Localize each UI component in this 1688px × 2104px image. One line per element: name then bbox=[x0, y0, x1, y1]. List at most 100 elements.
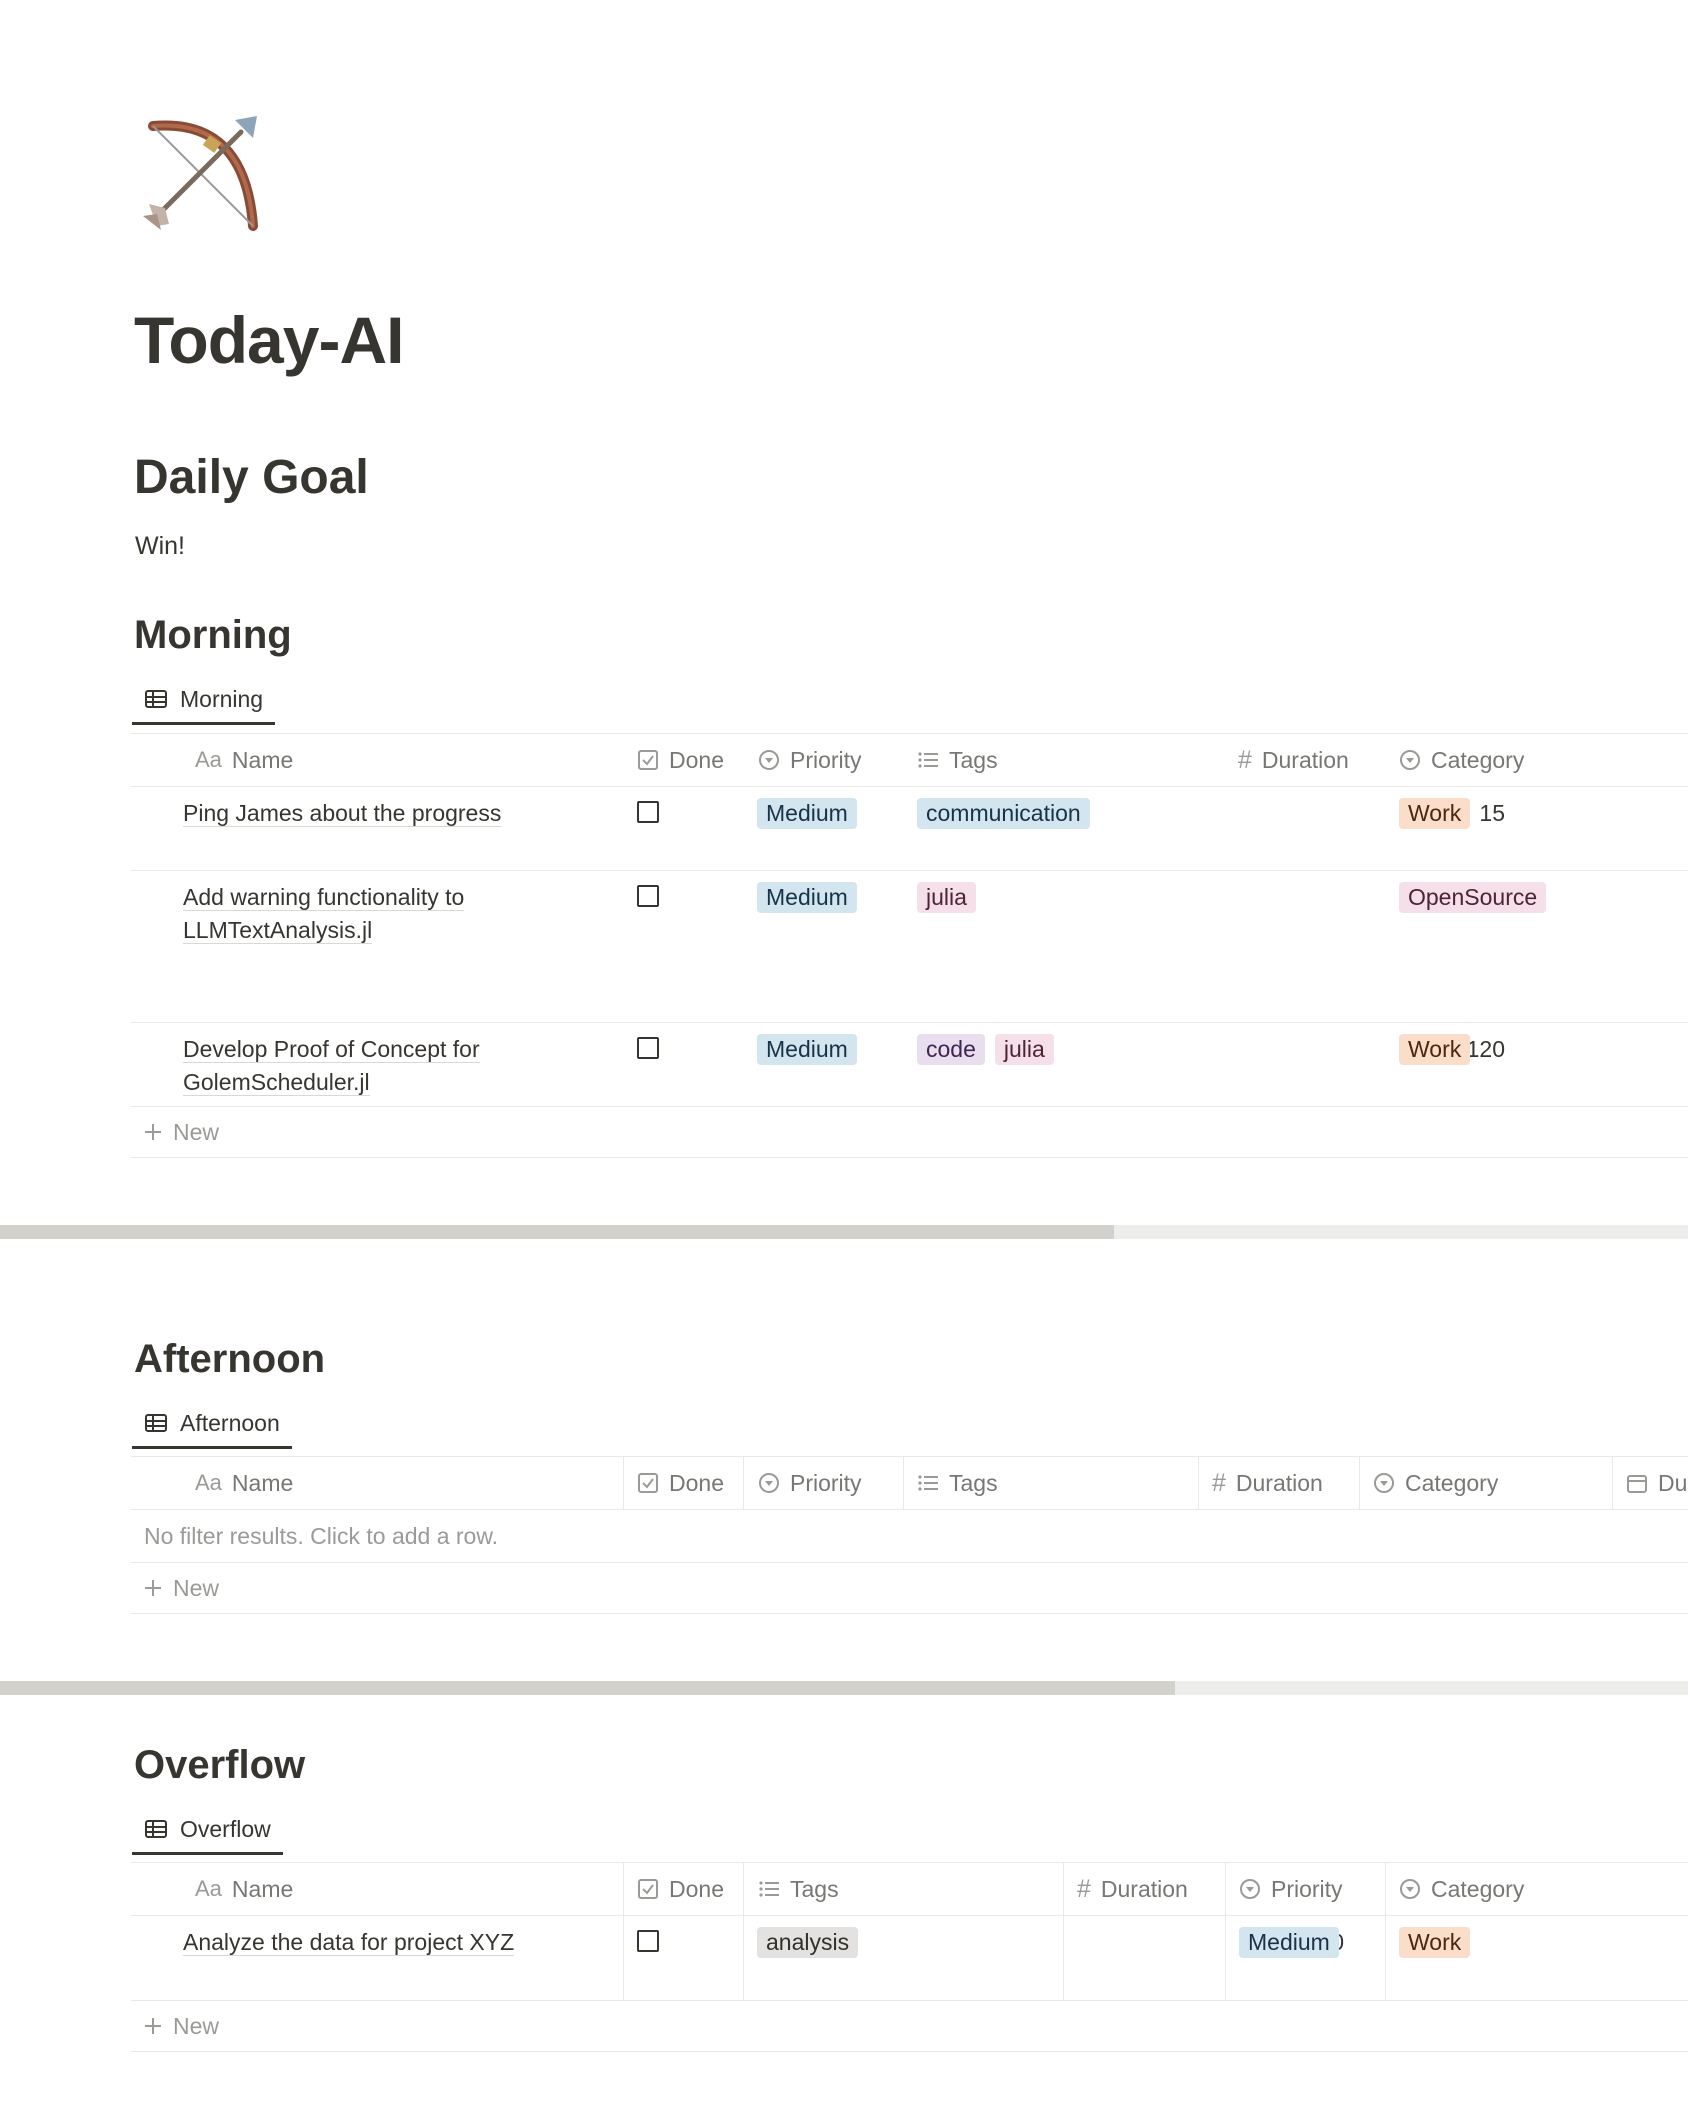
column-header-tags[interactable]: Tags bbox=[917, 734, 998, 786]
select-property-icon bbox=[1240, 1879, 1260, 1899]
category-cell[interactable]: Work bbox=[1399, 1926, 1480, 1959]
multi-select-property-icon bbox=[759, 1881, 779, 1897]
multi-select-property-icon bbox=[918, 752, 938, 768]
column-header-duration[interactable]: # Duration bbox=[1212, 1457, 1323, 1509]
column-header-due[interactable]: Du bbox=[1626, 1457, 1687, 1509]
checkbox-property-icon bbox=[638, 1879, 658, 1899]
column-header-done[interactable]: Done bbox=[637, 734, 724, 786]
priority-cell[interactable]: Medium bbox=[757, 797, 867, 830]
number-property-icon: # bbox=[1238, 745, 1252, 774]
column-header-done[interactable]: Done bbox=[637, 1457, 724, 1509]
priority-pill: Medium bbox=[757, 1034, 857, 1065]
view-tab-label: Afternoon bbox=[180, 1409, 280, 1436]
tag-pill: julia bbox=[917, 882, 976, 913]
tags-cell[interactable]: analysis bbox=[757, 1926, 868, 1959]
column-header-category[interactable]: Category bbox=[1399, 1863, 1524, 1915]
new-row-button[interactable]: New bbox=[131, 2001, 1688, 2052]
scrollbar-thumb[interactable] bbox=[0, 1681, 1175, 1695]
view-tab-label: Overflow bbox=[180, 1815, 271, 1842]
multi-select-property-icon bbox=[918, 1475, 938, 1491]
overflow-view-tab[interactable]: Overflow bbox=[132, 1806, 283, 1855]
column-header-name[interactable]: Aa Name bbox=[195, 1457, 293, 1509]
scrollbar-thumb[interactable] bbox=[0, 1225, 1114, 1239]
column-header-category[interactable]: Category bbox=[1373, 1457, 1498, 1509]
select-property-icon bbox=[1374, 1473, 1394, 1493]
select-property-icon bbox=[759, 750, 779, 770]
priority-cell[interactable]: Medium bbox=[1239, 1926, 1349, 1959]
column-header-priority[interactable]: Priority bbox=[1239, 1863, 1343, 1915]
row-name[interactable]: Develop Proof of Concept for GolemSchedu… bbox=[183, 1033, 513, 1099]
column-header-duration[interactable]: # Duration bbox=[1238, 734, 1349, 786]
tags-cell[interactable]: julia bbox=[917, 881, 986, 914]
table-header: Aa Name Done Priority Tags # Duration Ca… bbox=[131, 1456, 1688, 1510]
tags-cell[interactable]: code julia bbox=[917, 1033, 1064, 1066]
daily-goal-heading: Daily Goal bbox=[134, 451, 369, 504]
plus-icon bbox=[145, 1580, 161, 1596]
checkbox-property-icon bbox=[638, 750, 658, 770]
morning-table: Aa Name Done Priority Tags # Duration Ca… bbox=[131, 733, 1688, 1158]
category-cell[interactable]: Work bbox=[1399, 1033, 1480, 1066]
column-header-duration[interactable]: # Duration bbox=[1077, 1863, 1188, 1915]
row-name[interactable]: Analyze the data for project XYZ bbox=[183, 1926, 613, 1959]
priority-cell[interactable]: Medium bbox=[757, 881, 867, 914]
row-name[interactable]: Ping James about the progress bbox=[183, 797, 613, 830]
afternoon-view-tab[interactable]: Afternoon bbox=[132, 1400, 292, 1449]
select-property-icon bbox=[1400, 1879, 1420, 1899]
category-pill: Work bbox=[1399, 1927, 1471, 1958]
column-header-name[interactable]: Aa Name bbox=[195, 1863, 293, 1915]
done-checkbox[interactable] bbox=[637, 885, 659, 907]
afternoon-horizontal-scrollbar[interactable] bbox=[0, 1681, 1688, 1695]
text-property-icon: Aa bbox=[195, 747, 222, 772]
column-header-name[interactable]: Aa Name bbox=[195, 734, 293, 786]
daily-goal-text[interactable]: Win! bbox=[135, 530, 185, 562]
category-pill: Work bbox=[1399, 1034, 1471, 1065]
column-header-tags[interactable]: Tags bbox=[917, 1457, 998, 1509]
calendar-property-icon bbox=[1627, 1475, 1647, 1493]
page-title[interactable]: Today-AI bbox=[134, 296, 404, 384]
tags-cell[interactable]: communication bbox=[917, 797, 1100, 830]
afternoon-table: Aa Name Done Priority Tags # Duration Ca… bbox=[131, 1456, 1688, 1614]
tag-pill: communication bbox=[917, 798, 1090, 829]
select-property-icon bbox=[1400, 750, 1420, 770]
column-header-tags[interactable]: Tags bbox=[758, 1863, 839, 1915]
table-row[interactable]: Ping James about the progress Medium com… bbox=[131, 787, 1688, 871]
plus-icon bbox=[145, 2018, 161, 2034]
column-header-priority[interactable]: Priority bbox=[758, 734, 862, 786]
row-name[interactable]: Add warning functionality to LLMTextAnal… bbox=[183, 881, 513, 947]
new-row-button[interactable]: New bbox=[131, 1563, 1688, 1614]
tag-pill: julia bbox=[994, 1034, 1054, 1065]
plus-icon bbox=[145, 1124, 161, 1140]
priority-pill: Medium bbox=[1239, 1927, 1339, 1958]
table-icon bbox=[145, 1414, 167, 1432]
column-header-priority[interactable]: Priority bbox=[758, 1457, 862, 1509]
view-tab-label: Morning bbox=[180, 685, 264, 712]
empty-state-row[interactable]: No filter results. Click to add a row. bbox=[131, 1510, 1688, 1563]
table-icon bbox=[145, 1820, 167, 1838]
morning-view-tab[interactable]: Morning bbox=[132, 676, 276, 725]
overflow-heading: Overflow bbox=[134, 1743, 306, 1787]
done-checkbox[interactable] bbox=[637, 1037, 659, 1059]
text-property-icon: Aa bbox=[195, 1876, 222, 1901]
category-pill: OpenSource bbox=[1399, 882, 1547, 913]
number-property-icon: # bbox=[1077, 1874, 1091, 1903]
new-row-button[interactable]: New bbox=[131, 1107, 1688, 1158]
done-checkbox[interactable] bbox=[637, 801, 659, 823]
category-cell[interactable]: Work bbox=[1399, 797, 1480, 830]
priority-pill: Medium bbox=[757, 798, 857, 829]
select-property-icon bbox=[759, 1473, 779, 1493]
table-row[interactable]: Analyze the data for project XYZ analysi… bbox=[131, 1916, 1688, 2001]
column-header-category[interactable]: Category bbox=[1399, 734, 1524, 786]
overflow-table: Aa Name Done Tags # Duration Priority Ca… bbox=[131, 1862, 1688, 2052]
priority-pill: Medium bbox=[757, 882, 857, 913]
bow-and-arrow-icon[interactable] bbox=[135, 108, 265, 238]
table-row[interactable]: Add warning functionality to LLMTextAnal… bbox=[131, 871, 1688, 1023]
priority-cell[interactable]: Medium bbox=[757, 1033, 867, 1066]
tag-pill: analysis bbox=[757, 1927, 859, 1958]
table-row[interactable]: Develop Proof of Concept for GolemSchedu… bbox=[131, 1023, 1688, 1107]
column-header-done[interactable]: Done bbox=[637, 1863, 724, 1915]
number-property-icon: # bbox=[1212, 1468, 1226, 1497]
morning-horizontal-scrollbar[interactable] bbox=[0, 1225, 1688, 1239]
tag-pill: code bbox=[917, 1034, 985, 1065]
category-cell[interactable]: OpenSource bbox=[1399, 881, 1556, 914]
done-checkbox[interactable] bbox=[637, 1930, 659, 1952]
